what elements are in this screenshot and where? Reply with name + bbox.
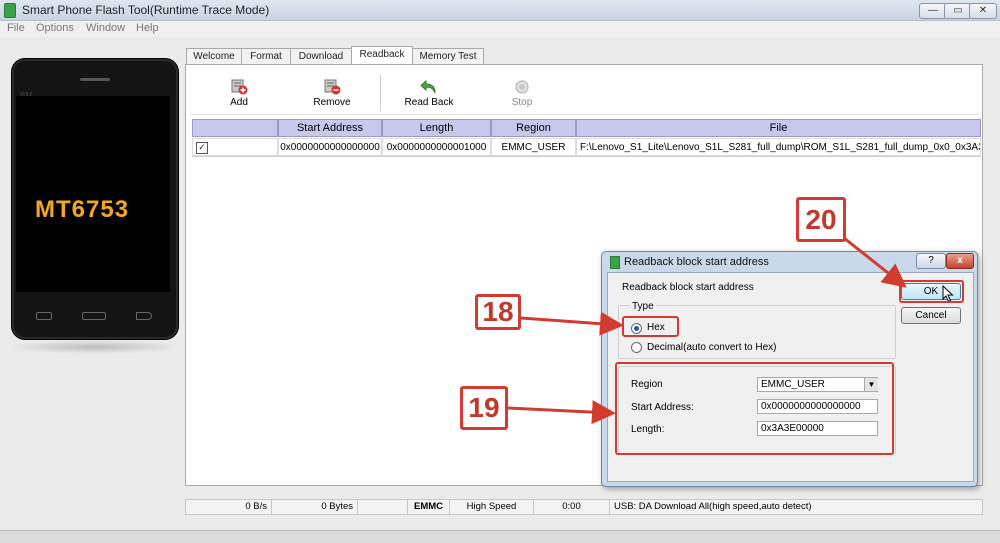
annotation-arrows xyxy=(507,236,907,425)
arrow-19 xyxy=(507,400,616,425)
arrow-20 xyxy=(843,236,907,288)
arrow-18 xyxy=(520,311,624,336)
